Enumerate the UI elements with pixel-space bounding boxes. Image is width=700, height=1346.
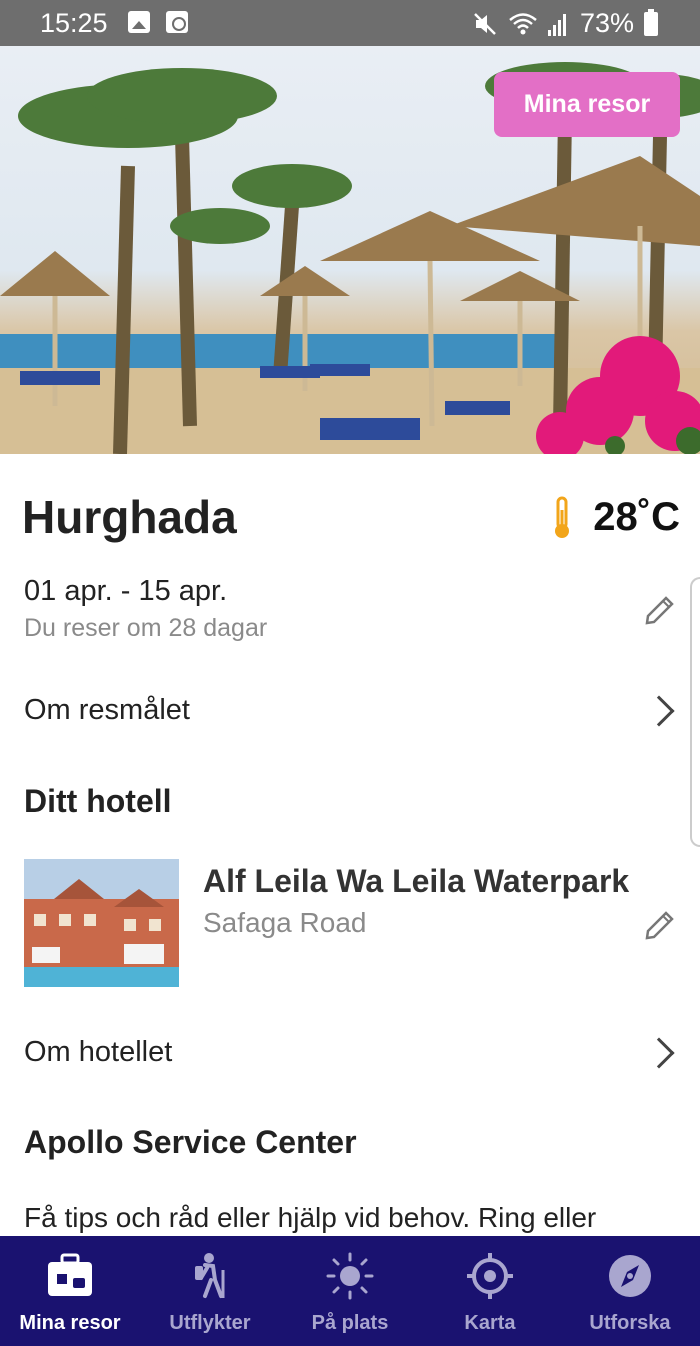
- destination-hero-image: Mina resor: [0, 46, 700, 454]
- suitcase-icon: [48, 1253, 92, 1296]
- about-hotel-label: Om hotellet: [24, 1036, 173, 1068]
- status-bar: 15:25 73%: [0, 0, 700, 46]
- bottom-navigation: Mina resor Utflykter På plats Karta Utfo…: [0, 1236, 700, 1346]
- service-description: Få tips och råd eller hjälp vid behov. R…: [24, 1202, 597, 1233]
- edit-hotel-pencil-icon[interactable]: [642, 905, 680, 943]
- nav-item-map[interactable]: Karta: [420, 1236, 560, 1346]
- status-time: 15:25: [40, 8, 108, 38]
- battery-percent: 73%: [579, 8, 634, 38]
- trip-countdown: Du reser om 28 dagar: [24, 614, 268, 642]
- nav-item-excursions[interactable]: Utflykter: [140, 1236, 280, 1346]
- service-section-heading: Apollo Service Center: [24, 1124, 357, 1160]
- thermometer-icon: [555, 496, 570, 538]
- gallery-notification-icon: [128, 11, 150, 33]
- nav-label: På plats: [311, 1312, 389, 1334]
- signal-icon: [547, 12, 570, 36]
- hotel-section-heading: Ditt hotell: [24, 783, 172, 819]
- sun-icon: [326, 1252, 374, 1300]
- nav-label: Utforska: [589, 1312, 671, 1334]
- compass-icon: [609, 1255, 651, 1297]
- edit-dates-pencil-icon[interactable]: [642, 590, 680, 628]
- nav-label: Karta: [464, 1312, 516, 1334]
- about-hotel-row[interactable]: Om hotellet: [0, 1018, 700, 1088]
- trip-dates: 01 apr. - 15 apr.: [24, 575, 228, 607]
- clock-notification-icon: [166, 11, 188, 33]
- location-target-icon: [467, 1253, 513, 1299]
- about-destination-row[interactable]: Om resmålet: [0, 676, 700, 746]
- hiker-icon: [195, 1253, 225, 1298]
- nav-label: Mina resor: [19, 1312, 121, 1334]
- temperature-value: 28˚C: [593, 495, 680, 539]
- about-destination-label: Om resmålet: [24, 694, 190, 726]
- mute-icon: [474, 12, 496, 35]
- wifi-icon: [509, 12, 537, 34]
- hotel-name: Alf Leila Wa Leila Waterpark: [203, 863, 630, 899]
- hotel-card[interactable]: Alf Leila Wa Leila Waterpark Safaga Road: [0, 855, 700, 990]
- nav-label: Utflykter: [169, 1312, 251, 1334]
- nav-item-my-trips[interactable]: Mina resor: [0, 1236, 140, 1346]
- status-notification-icons: [128, 11, 188, 33]
- chevron-right-icon: [643, 1037, 675, 1069]
- destination-title: Hurghada: [22, 491, 237, 543]
- hotel-thumbnail-image: [24, 859, 179, 987]
- temperature-display: 28˚C: [551, 495, 680, 540]
- hotel-address: Safaga Road: [203, 907, 367, 938]
- my-trips-button[interactable]: Mina resor: [494, 72, 680, 137]
- battery-icon: [644, 8, 658, 36]
- chevron-right-icon: [643, 695, 675, 727]
- nav-item-on-site[interactable]: På plats: [280, 1236, 420, 1346]
- status-system-icons: 73%: [472, 8, 658, 39]
- nav-item-explore[interactable]: Utforska: [560, 1236, 700, 1346]
